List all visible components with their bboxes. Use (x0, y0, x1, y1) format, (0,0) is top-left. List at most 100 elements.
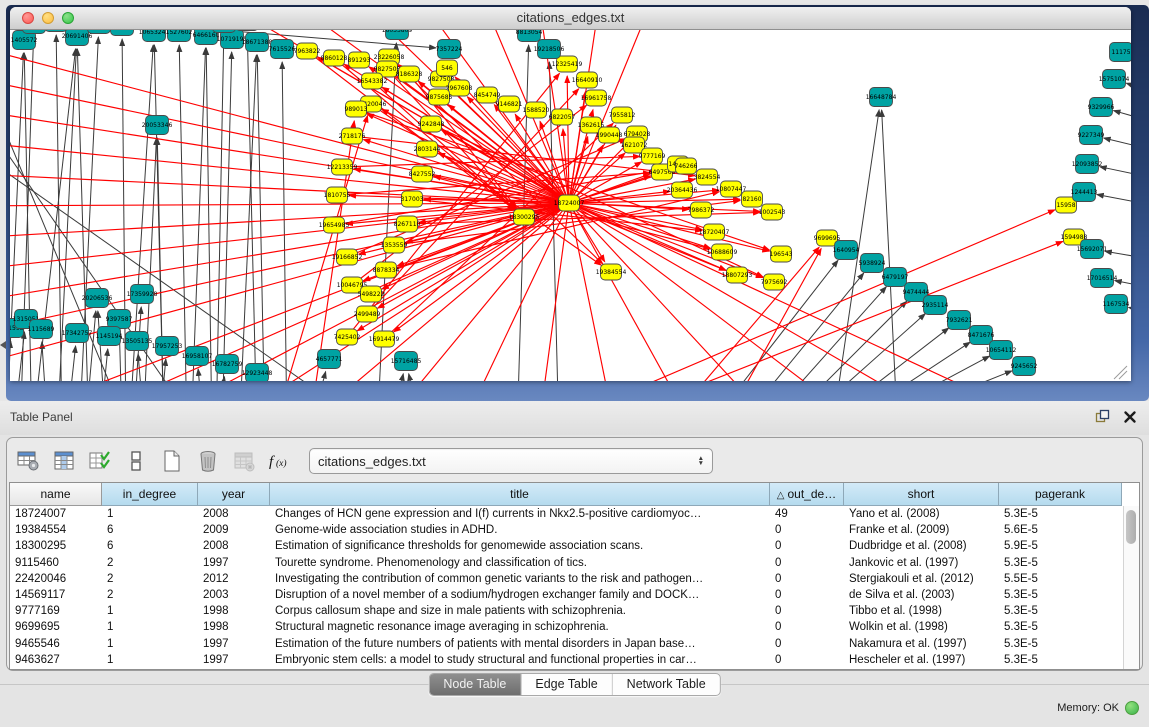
graph-node[interactable]: 1353559 (381, 237, 408, 253)
column-header-title[interactable]: title (270, 483, 770, 506)
network-canvas[interactable]: 1872400779638228860128891293232260589827… (10, 30, 1131, 381)
graph-node[interactable]: 1244413 (1071, 183, 1098, 202)
graph-node[interactable] (45, 30, 68, 32)
table-row[interactable]: 1830029562008Estimation of significance … (10, 538, 1139, 554)
graph-node[interactable]: 4657771 (316, 350, 343, 369)
scrollbar-thumb[interactable] (1126, 510, 1136, 544)
graph-node[interactable]: 7615526 (269, 40, 296, 59)
graph-node[interactable]: 989013 (345, 101, 368, 117)
graph-node[interactable]: 891293 (348, 52, 371, 68)
table-row[interactable]: 977716911998Corpus callosum shape and si… (10, 603, 1139, 619)
graph-node[interactable]: 7963822 (294, 43, 321, 59)
graph-node[interactable]: 1640954 (833, 241, 860, 260)
graph-node[interactable]: 20691406 (62, 30, 93, 46)
graph-node[interactable]: 6479197 (882, 268, 909, 287)
graph-node[interactable]: 9329966 (1088, 98, 1115, 117)
graph-node[interactable]: 9245652 (1011, 357, 1038, 376)
table-row[interactable]: 1456911722003Disruption of a novel membe… (10, 587, 1139, 603)
minimize-window-icon[interactable] (42, 12, 54, 24)
graph-node[interactable]: 1167534 (1103, 295, 1130, 314)
graph-node[interactable]: 8427552 (409, 166, 436, 182)
graph-node[interactable]: 9875685 (426, 89, 453, 105)
graph-node[interactable]: 16914479 (369, 331, 400, 347)
tab-edge-table[interactable]: Edge Table (520, 674, 611, 695)
graph-node[interactable]: 20364436 (667, 182, 698, 198)
graph-node[interactable]: 746266 (675, 158, 698, 174)
function-builder-icon[interactable]: f(x) (267, 447, 293, 475)
graph-node[interactable]: 20206536 (82, 289, 113, 308)
graph-node[interactable]: 15692071 (1077, 240, 1108, 259)
graph-node[interactable] (213, 30, 236, 33)
table-row[interactable]: 911546021997Tourette syndrome. Phenomeno… (10, 555, 1139, 571)
graph-node[interactable]: 12093852 (1072, 155, 1103, 174)
graph-node[interactable]: 19384554 (596, 264, 627, 280)
graph-node[interactable]: 16648784 (866, 88, 897, 107)
graph-node[interactable]: 1588520 (523, 102, 550, 118)
graph-node[interactable]: 16640910 (572, 72, 603, 88)
table-row[interactable]: 2242004622012Investigating the contribut… (10, 571, 1139, 587)
graph-node[interactable]: 17342757 (62, 324, 93, 343)
graph-node[interactable]: 2718176 (339, 128, 366, 144)
graph-node[interactable]: 17359928 (127, 285, 158, 304)
graph-node[interactable]: 19218506 (534, 40, 565, 59)
column-header-short[interactable]: short (844, 483, 999, 506)
memory-status-indicator[interactable] (1125, 701, 1139, 715)
table-row[interactable]: 969969511998Structural magnetic resonanc… (10, 619, 1139, 635)
tab-node-table[interactable]: Node Table (429, 674, 520, 695)
graph-node[interactable]: 1115689 (28, 320, 55, 339)
graph-node[interactable]: 18720407 (699, 224, 730, 240)
delete-table-icon[interactable] (231, 447, 257, 475)
select-columns-icon[interactable] (87, 447, 113, 475)
graph-node[interactable]: 13505135 (122, 332, 153, 351)
network-window-titlebar[interactable]: citations_edges.txt (10, 7, 1131, 30)
graph-node[interactable]: 8878334 (373, 262, 400, 278)
graph-node[interactable]: 5938924 (859, 254, 886, 273)
collapse-panel-arrow-icon[interactable] (0, 341, 6, 349)
graph-node[interactable]: 317003 (401, 191, 424, 207)
graph-node[interactable]: 16033809 (382, 30, 413, 40)
graph-node[interactable]: 1145194 (96, 327, 123, 346)
graph-node[interactable] (88, 30, 111, 34)
float-window-icon[interactable] (1095, 409, 1110, 424)
new-column-icon[interactable] (159, 447, 185, 475)
graph-node[interactable]: 19166852 (332, 249, 363, 265)
graph-node[interactable]: 7425402 (334, 329, 361, 345)
graph-node[interactable]: 7932621 (946, 311, 973, 330)
graph-node[interactable]: 9227349 (1078, 126, 1105, 145)
table-selector-dropdown[interactable]: citations_edges.txt ▲▼ (309, 448, 713, 474)
column-header-pagerank[interactable]: pagerank (999, 483, 1122, 506)
table-mode-icon[interactable] (15, 447, 41, 475)
close-panel-icon[interactable] (1123, 410, 1137, 424)
graph-node[interactable] (111, 30, 134, 36)
graph-node[interactable]: 7357224 (436, 40, 463, 59)
graph-node[interactable]: 16782759 (212, 355, 243, 374)
graph-node[interactable]: 2499489 (354, 306, 381, 322)
graph-node[interactable]: 9777169 (639, 148, 666, 164)
table-row[interactable]: 1872400712008Changes of HCN gene express… (10, 506, 1139, 522)
graph-node[interactable] (23, 30, 46, 34)
graph-node[interactable]: 8813054 (516, 30, 543, 42)
graph-node[interactable]: 16958107 (182, 347, 213, 366)
graph-node[interactable]: 6822057 (549, 109, 576, 125)
graph-node[interactable]: 17957253 (152, 337, 183, 356)
graph-node[interactable]: 7975692 (761, 274, 788, 290)
zoom-window-icon[interactable] (62, 12, 74, 24)
column-header-name[interactable]: name (10, 483, 102, 506)
graph-node[interactable]: 11175 (1110, 43, 1132, 62)
graph-node[interactable]: 3824554 (694, 169, 721, 185)
graph-node[interactable]: 8267110 (394, 216, 421, 232)
delete-column-icon[interactable] (195, 447, 221, 475)
graph-node[interactable]: 10654112 (986, 341, 1017, 360)
column-header-year[interactable]: year (198, 483, 270, 506)
graph-node[interactable]: 2935114 (922, 296, 949, 315)
table-scrollbar[interactable] (1123, 506, 1139, 669)
tab-network-table[interactable]: Network Table (612, 674, 720, 695)
graph-node[interactable]: 1990448 (596, 127, 623, 143)
table-row[interactable]: 1938455462009Genome-wide association stu… (10, 522, 1139, 538)
graph-node[interactable]: 1527602 (166, 30, 193, 42)
graph-node[interactable]: 8186328 (396, 66, 423, 82)
graph-node[interactable]: 12923448 (242, 364, 273, 382)
graph-node[interactable]: 9397587 (106, 310, 133, 329)
table-row[interactable]: 946554611997Estimation of the future num… (10, 636, 1139, 652)
column-header-in_degree[interactable]: in_degree (102, 483, 198, 506)
